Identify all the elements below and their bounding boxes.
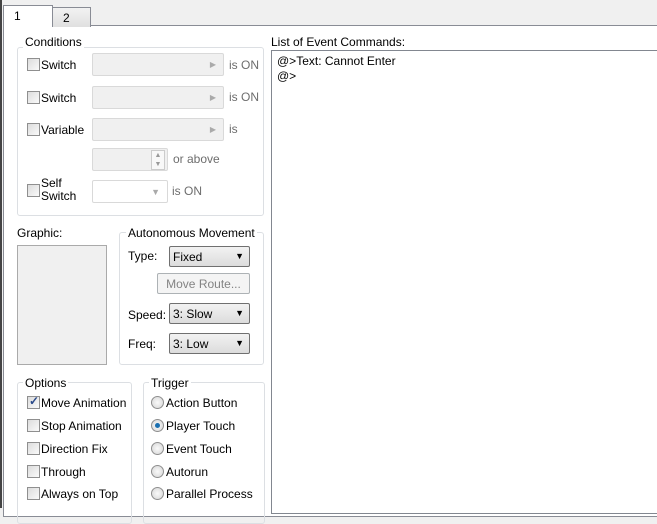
move-animation-label: Move Animation <box>41 396 127 410</box>
variable-value-suffix: or above <box>173 152 220 166</box>
autorun-radio[interactable] <box>151 465 164 478</box>
chevron-down-icon: ▼ <box>235 308 244 318</box>
chevron-down-icon: ▼ <box>235 251 244 261</box>
commands-title: List of Event Commands: <box>271 35 406 49</box>
event-touch-label: Event Touch <box>166 442 232 456</box>
self-switch-suffix: is ON <box>172 184 202 198</box>
direction-fix-label: Direction Fix <box>41 442 108 456</box>
speed-label: Speed: <box>128 308 167 322</box>
autorun-label: Autorun <box>166 465 209 479</box>
chevron-down-icon: ▼ <box>235 338 244 348</box>
tab-1[interactable]: 1 <box>3 5 53 27</box>
switch1-select[interactable]: ▶ <box>92 53 224 76</box>
movement-title: Autonomous Movement <box>126 226 257 240</box>
switch1-suffix: is ON <box>229 58 259 72</box>
through-label: Through <box>41 465 86 479</box>
type-label: Type: <box>128 249 158 263</box>
arrow-right-icon: ▶ <box>209 125 216 134</box>
speed-select[interactable]: 3: Slow ▼ <box>169 303 250 324</box>
options-title: Options <box>23 376 69 390</box>
type-select[interactable]: Fixed ▼ <box>169 246 250 267</box>
command-line[interactable]: @>Text: Cannot Enter <box>277 54 396 68</box>
tab-2[interactable]: 2 <box>52 7 91 27</box>
variable-suffix: is <box>229 122 238 136</box>
variable-value-spinner[interactable]: ▲ ▼ <box>92 148 168 171</box>
speed-value: 3: Slow <box>173 307 213 321</box>
self-switch-label-line1: Self <box>41 176 62 190</box>
self-switch-label-line2: Switch <box>41 189 77 203</box>
switch2-suffix: is ON <box>229 90 259 104</box>
direction-fix-checkbox[interactable] <box>27 442 40 455</box>
variable-checkbox[interactable] <box>27 123 40 136</box>
freq-value: 3: Low <box>173 337 209 351</box>
through-checkbox[interactable] <box>27 465 40 478</box>
graphic-preview[interactable] <box>17 245 107 365</box>
stop-animation-label: Stop Animation <box>41 419 122 433</box>
parallel-process-radio[interactable] <box>151 487 164 500</box>
parallel-process-label: Parallel Process <box>166 487 253 501</box>
self-switch-checkbox[interactable] <box>27 184 40 197</box>
freq-label: Freq: <box>128 337 157 351</box>
always-on-top-checkbox[interactable] <box>27 487 40 500</box>
spinner-arrows-icon[interactable]: ▲ ▼ <box>151 150 165 170</box>
arrow-right-icon: ▶ <box>209 93 216 102</box>
command-line[interactable]: @> <box>277 69 296 83</box>
event-commands-list[interactable]: @>Text: Cannot Enter @> <box>271 50 657 514</box>
player-touch-radio[interactable] <box>151 419 164 432</box>
always-on-top-label: Always on Top <box>41 487 119 501</box>
switch1-label: Switch <box>41 58 77 72</box>
event-touch-radio[interactable] <box>151 442 164 455</box>
action-button-label: Action Button <box>166 396 238 410</box>
move-animation-checkbox[interactable] <box>27 394 40 409</box>
action-button-radio[interactable] <box>151 396 164 409</box>
switch2-select[interactable]: ▶ <box>92 86 224 109</box>
variable-select[interactable]: ▶ <box>92 118 224 141</box>
arrow-right-icon: ▶ <box>209 60 216 69</box>
variable-label: Variable <box>41 123 85 137</box>
stop-animation-checkbox[interactable] <box>27 419 40 432</box>
switch2-label: Switch <box>41 91 77 105</box>
freq-select[interactable]: 3: Low ▼ <box>169 333 250 354</box>
self-switch-select[interactable]: ▼ <box>92 180 168 203</box>
conditions-title: Conditions <box>23 35 84 49</box>
chevron-down-icon: ▼ <box>151 187 160 197</box>
switch1-checkbox[interactable] <box>27 58 40 71</box>
trigger-title: Trigger <box>149 376 191 390</box>
self-switch-label: Self Switch <box>41 177 76 203</box>
switch2-checkbox[interactable] <box>27 91 40 104</box>
graphic-label: Graphic: <box>17 226 63 240</box>
player-touch-label: Player Touch <box>166 419 236 433</box>
type-value: Fixed <box>173 250 203 264</box>
window-edge <box>0 0 2 508</box>
move-route-button[interactable]: Move Route... <box>157 273 250 294</box>
